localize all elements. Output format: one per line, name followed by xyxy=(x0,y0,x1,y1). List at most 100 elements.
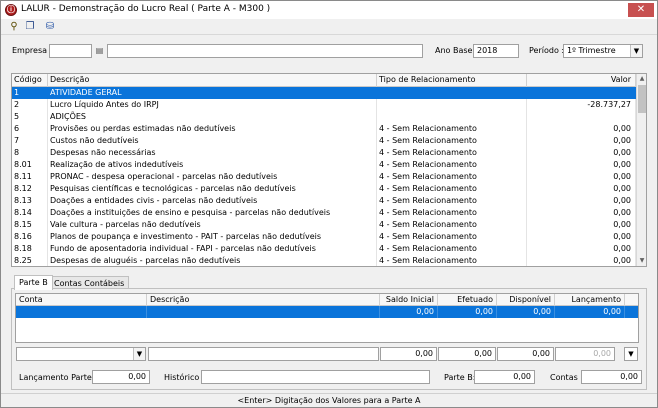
chevron-down-icon[interactable]: ▼ xyxy=(133,348,145,360)
disponivel-input[interactable]: 0,00 xyxy=(497,347,554,361)
contas-total: 0,00 xyxy=(581,370,642,384)
cell-saldo-inicial: 0,00 xyxy=(380,306,438,318)
cell-codigo: 8.16 xyxy=(12,231,48,243)
toolbar: ⚲ ❐ ⛁ xyxy=(1,19,657,35)
table-row[interactable]: 2 Lucro Líquido Antes do IRPJ -28.737,27 xyxy=(12,99,636,111)
lancamento-input[interactable]: 0,00 xyxy=(555,347,615,361)
table-row[interactable]: 8.11 PRONAC - despesa operacional - parce… xyxy=(12,171,636,183)
cell-valor: 0,00 xyxy=(527,123,636,135)
column-header-tipo[interactable]: Tipo de Relacionamento xyxy=(377,74,527,87)
cell-codigo: 8.25 xyxy=(12,255,48,266)
cell-tipo: 4 - Sem Relacionamento xyxy=(377,243,527,255)
table-row[interactable]: 8.15 Vale cultura - parcelas não dedutíve… xyxy=(12,219,636,231)
table-row[interactable]: 8.01 Realização de ativos indedutíveis 4 -… xyxy=(12,159,636,171)
column-header-saldo-inicial[interactable]: Saldo Inicial xyxy=(380,294,438,306)
descricao-input[interactable] xyxy=(148,347,379,361)
cell-tipo: 4 - Sem Relacionamento xyxy=(377,159,527,171)
periodo-select[interactable]: 1º Trimestre ▼ xyxy=(563,44,643,58)
column-header-conta[interactable]: Conta xyxy=(16,294,147,306)
vertical-scrollbar[interactable]: ▲ ▼ xyxy=(636,74,646,266)
ano-base-label: Ano Base : xyxy=(435,46,478,55)
cell-conta xyxy=(16,306,147,318)
tab-parte-b[interactable]: Parte B xyxy=(14,275,53,290)
cell-codigo: 8.14 xyxy=(12,207,48,219)
cell-codigo: 8.11 xyxy=(12,171,48,183)
table-row[interactable]: 8 Despesas não necessárias 4 - Sem Relacio… xyxy=(12,147,636,159)
cell-tipo xyxy=(377,99,527,111)
cell-tipo: 4 - Sem Relacionamento xyxy=(377,147,527,159)
cell-descricao: ADIÇÕES xyxy=(48,111,377,123)
cell-descricao: Realização de ativos indedutíveis xyxy=(48,159,377,171)
cell-valor: 0,00 xyxy=(527,219,636,231)
close-button[interactable]: ✕ xyxy=(628,3,654,17)
cell-descricao: Custos não dedutíveis xyxy=(48,135,377,147)
cell-descricao: Despesas não necessárias xyxy=(48,147,377,159)
scroll-up-icon[interactable]: ▲ xyxy=(637,74,646,84)
table-row[interactable]: 7 Custos não dedutíveis 4 - Sem Relacionam… xyxy=(12,135,636,147)
empresa-name-input[interactable] xyxy=(107,44,423,58)
cell-tipo: 4 - Sem Relacionamento xyxy=(377,171,527,183)
column-header-disponivel[interactable]: Disponível xyxy=(497,294,555,306)
cell-tipo: 4 - Sem Relacionamento xyxy=(377,207,527,219)
cell-valor xyxy=(527,87,636,99)
cell-efetuado: 0,00 xyxy=(438,306,497,318)
efetuado-input[interactable]: 0,00 xyxy=(438,347,496,361)
saldo-inicial-input[interactable]: 0,00 xyxy=(380,347,437,361)
cell-lancamento: 0,00 xyxy=(555,306,625,318)
cell-disponivel: 0,00 xyxy=(497,306,555,318)
search-icon[interactable]: ⚲ xyxy=(7,20,21,34)
chevron-down-icon[interactable]: ▼ xyxy=(624,347,638,361)
cell-valor xyxy=(527,111,636,123)
ano-base-input[interactable]: 2018 xyxy=(473,44,519,58)
cell-valor: -28.737,27 xyxy=(527,99,636,111)
column-header-lancamento[interactable]: Lançamento xyxy=(555,294,625,306)
cell-codigo: 7 xyxy=(12,135,48,147)
table-row[interactable]: 8.18 Fundo de aposentadoria individual - … xyxy=(12,243,636,255)
conta-select[interactable]: ▼ xyxy=(16,347,146,361)
table-row[interactable]: 1 ATIVIDADE GERAL xyxy=(12,87,636,99)
cell-descricao: Provisões ou perdas estimadas não dedutí… xyxy=(48,123,377,135)
column-header-descricao[interactable]: Descrição xyxy=(48,74,377,87)
lancamento-parte-a-label: Lançamento Parte A: xyxy=(19,373,103,382)
cell-codigo: 8 xyxy=(12,147,48,159)
table-row[interactable]: 0,00 0,00 0,00 0,00 xyxy=(16,306,638,318)
table-row[interactable]: 6 Provisões ou perdas estimadas não dedut… xyxy=(12,123,636,135)
cell-tipo: 4 - Sem Relacionamento xyxy=(377,135,527,147)
historico-label: Histórico : xyxy=(164,373,205,382)
main-table: Código Descrição Tipo de Relacionamento … xyxy=(11,73,647,267)
periodo-value: 1º Trimestre xyxy=(567,46,616,55)
historico-input[interactable] xyxy=(201,370,430,384)
cell-codigo: 8.18 xyxy=(12,243,48,255)
table-row[interactable]: 8.12 Pesquisas científicas e tecnológicas… xyxy=(12,183,636,195)
table-row[interactable]: 8.25 Despesas de aluguéis - parcelas não … xyxy=(12,255,636,266)
database-icon[interactable]: ⛁ xyxy=(43,20,57,34)
cell-tipo: 4 - Sem Relacionamento xyxy=(377,231,527,243)
scroll-down-icon[interactable]: ▼ xyxy=(637,256,646,266)
chevron-down-icon[interactable]: ▼ xyxy=(630,45,642,57)
empresa-code-input[interactable] xyxy=(49,44,92,58)
cell-descricao: Doações a instituições de ensino e pesqu… xyxy=(48,207,377,219)
copy-icon[interactable]: ❐ xyxy=(23,20,37,34)
cell-descricao: Lucro Líquido Antes do IRPJ xyxy=(48,99,377,111)
cell-valor: 0,00 xyxy=(527,207,636,219)
cell-valor: 0,00 xyxy=(527,243,636,255)
table-row[interactable]: 8.16 Planos de poupança e investimento - … xyxy=(12,231,636,243)
column-header-codigo[interactable]: Código xyxy=(12,74,48,87)
column-header-efetuado[interactable]: Efetuado xyxy=(438,294,497,306)
table-row[interactable]: 5 ADIÇÕES xyxy=(12,111,636,123)
cell-tipo: 4 - Sem Relacionamento xyxy=(377,183,527,195)
scroll-thumb[interactable] xyxy=(638,85,646,113)
parte-b-total: 0,00 xyxy=(474,370,535,384)
column-header-descricao[interactable]: Descrição xyxy=(147,294,380,306)
lalur-window: ⓘ LALUR - Demonstração do Lucro Real ( P… xyxy=(0,0,658,408)
cell-valor: 0,00 xyxy=(527,135,636,147)
window-title: LALUR - Demonstração do Lucro Real ( Par… xyxy=(21,4,271,14)
lookup-icon[interactable]: ▤ xyxy=(94,45,105,57)
cell-descricao: PRONAC - despesa operacional - parcelas … xyxy=(48,171,377,183)
table-row[interactable]: 8.13 Doações a entidades civis - parcelas… xyxy=(12,195,636,207)
table-row[interactable]: 8.14 Doações a instituições de ensino e p… xyxy=(12,207,636,219)
cell-valor: 0,00 xyxy=(527,255,636,266)
column-header-valor[interactable]: Valor xyxy=(527,74,636,87)
lancamento-parte-a-input[interactable]: 0,00 xyxy=(92,370,150,384)
cell-descricao xyxy=(147,306,380,318)
